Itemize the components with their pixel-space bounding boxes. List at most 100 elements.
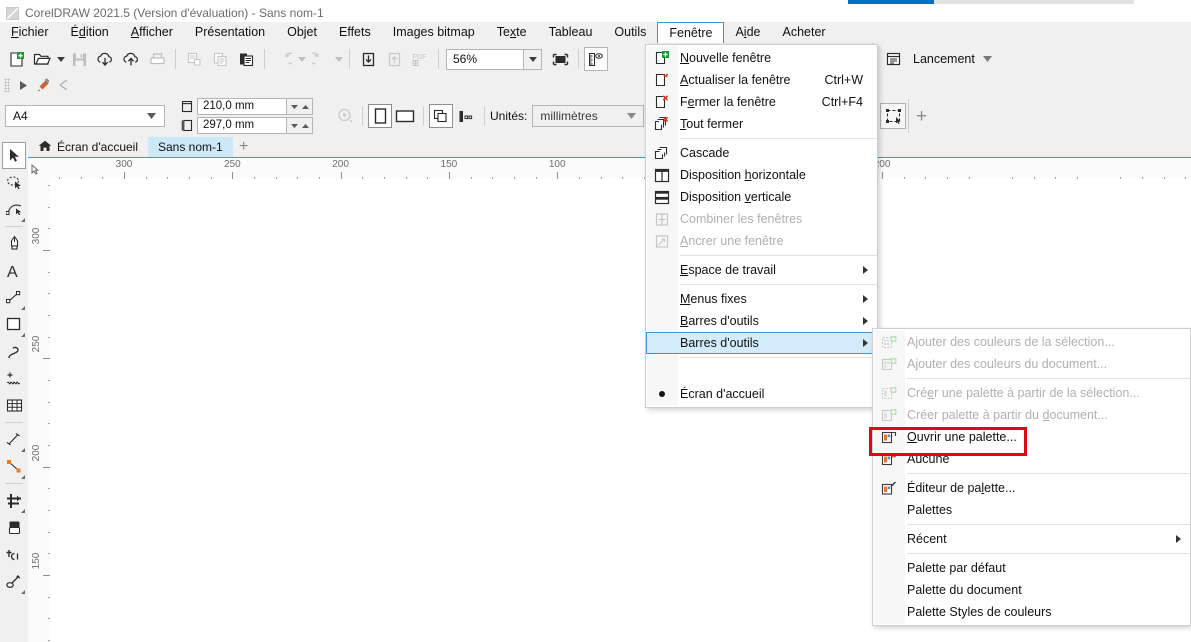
redo-dropdown-caret-icon[interactable] — [333, 46, 344, 72]
dimension-tool-icon[interactable] — [2, 284, 26, 311]
copy-icon[interactable] — [207, 46, 233, 72]
menu-fichier[interactable]: Fichier — [0, 22, 60, 43]
menu-item-disposition-verticale[interactable]: Disposition verticale — [646, 186, 877, 208]
menu-texte[interactable]: Texte — [486, 22, 538, 43]
all-pages-button[interactable] — [429, 104, 453, 128]
duplicate-icon[interactable] — [181, 46, 207, 72]
add-object-icon[interactable]: + — [916, 107, 927, 126]
tab-ecran-accueil[interactable]: Écran d'accueil — [28, 137, 148, 157]
new-document-icon[interactable] — [3, 46, 29, 72]
color-eyedropper-icon[interactable] — [2, 541, 26, 568]
publish-pdf-icon[interactable]: PDF — [407, 46, 433, 72]
select-all-objects-button[interactable] — [880, 103, 906, 129]
page-size-combo[interactable]: A4 — [5, 105, 165, 127]
zoom-level-dropdown[interactable] — [524, 48, 542, 70]
menu-fenetre[interactable]: Fenêtre — [657, 21, 725, 44]
parallel-dimension-icon[interactable] — [2, 426, 26, 453]
current-page-button[interactable] — [453, 103, 479, 129]
menu-acheter[interactable]: Acheter — [771, 22, 836, 43]
menu-images-bitmap[interactable]: Images bitmap — [382, 22, 486, 43]
menu-item-disposition-horizontale[interactable]: Disposition horizontale — [646, 164, 877, 186]
flyout-arrow-icon[interactable] — [21, 475, 25, 479]
menu-aide[interactable]: Aide — [724, 22, 771, 43]
add-tab-button[interactable]: + — [233, 137, 255, 157]
menu-item-nouvelle-fenetre[interactable]: Nouvelle fenêtre — [646, 47, 877, 69]
undo-dropdown-caret-icon[interactable] — [296, 46, 307, 72]
launch-icon[interactable] — [880, 46, 906, 72]
vertical-ruler[interactable]: 300 250 200 150 — [28, 179, 50, 642]
import-icon[interactable] — [92, 46, 118, 72]
toolbar-grip[interactable] — [4, 78, 10, 92]
flyout-arrow-icon[interactable] — [21, 509, 25, 513]
flyout-arrow-icon[interactable] — [21, 448, 25, 452]
menu-item-fermer-la-fenetre[interactable]: Fermer la fenêtre Ctrl+F4 — [646, 91, 877, 113]
pick-tool-icon[interactable] — [2, 142, 26, 169]
play-icon[interactable] — [14, 80, 32, 90]
undo-icon[interactable] — [270, 46, 296, 72]
full-screen-preview-icon[interactable] — [547, 46, 573, 72]
menu-tableau[interactable]: Tableau — [538, 22, 604, 43]
open-document-icon[interactable] — [29, 46, 55, 72]
menu-effets[interactable]: Effets — [328, 22, 382, 43]
polygon-tool-icon[interactable] — [2, 365, 26, 392]
menu-item-recent[interactable]: Récent — [873, 528, 1190, 550]
flyout-arrow-icon[interactable] — [21, 590, 25, 594]
menu-item-palette-styles-de-couleurs[interactable]: Palette Styles de couleurs — [873, 601, 1190, 623]
page-width-input[interactable]: 210,0 mm — [197, 98, 287, 115]
export-file-icon[interactable] — [381, 46, 407, 72]
page-orientation-lock-icon[interactable] — [331, 103, 357, 129]
menu-item-cascade[interactable]: Cascade — [646, 142, 877, 164]
menu-item-ecran-daccueil[interactable] — [646, 361, 877, 383]
menu-item-palettes[interactable]: Palettes — [873, 499, 1190, 521]
portrait-orientation-button[interactable] — [368, 104, 392, 128]
menu-item-palettes-de-couleurs[interactable]: Barres d'outils — [646, 332, 877, 354]
table-tool-icon[interactable] — [2, 392, 26, 419]
menu-item-espace-de-travail[interactable]: Espace de travail — [646, 259, 877, 281]
page-width-spinner[interactable] — [287, 98, 313, 115]
menu-item-sans-nom-1[interactable]: Écran d'accueil — [646, 383, 877, 405]
ruler-origin-icon[interactable] — [28, 158, 42, 179]
freehand-pick-tool-icon[interactable] — [2, 169, 26, 196]
flyout-arrow-icon[interactable] — [21, 333, 25, 337]
crop-tool-icon[interactable] — [2, 230, 26, 257]
menu-item-editeur-de-palette[interactable]: Éditeur de palette... — [873, 477, 1190, 499]
shape-tool-icon[interactable] — [2, 196, 26, 223]
import-file-icon[interactable] — [355, 46, 381, 72]
menu-objet[interactable]: Objet — [276, 22, 328, 43]
page-height-spinner[interactable] — [287, 117, 313, 134]
options-icon[interactable] — [584, 47, 608, 71]
menu-afficher[interactable]: Afficher — [120, 22, 184, 43]
flyout-arrow-icon[interactable] — [21, 218, 25, 222]
redo-icon[interactable] — [307, 46, 333, 72]
ellipse-tool-icon[interactable] — [2, 338, 26, 365]
interactive-fill-icon[interactable] — [2, 568, 26, 595]
menu-presentation[interactable]: Présentation — [184, 22, 276, 43]
collapse-left-icon[interactable] — [54, 80, 72, 90]
transparency-tool-icon[interactable] — [2, 514, 26, 541]
page-height-input[interactable]: 297,0 mm — [197, 117, 287, 134]
paste-icon[interactable] — [233, 46, 259, 72]
units-combo[interactable]: millimètres — [532, 105, 645, 127]
menu-outils[interactable]: Outils — [603, 22, 657, 43]
menu-item-palette-du-document[interactable]: Palette du document — [873, 579, 1190, 601]
landscape-orientation-button[interactable] — [392, 103, 418, 129]
open-dropdown-caret-icon[interactable] — [55, 46, 66, 72]
connector-tool-icon[interactable] — [2, 453, 26, 480]
flyout-arrow-icon[interactable] — [21, 306, 25, 310]
menu-item-actualiser-la-fenetre[interactable]: Actualiser la fenêtre Ctrl+W — [646, 69, 877, 91]
export-icon[interactable] — [118, 46, 144, 72]
menu-item-menus-fixes[interactable]: Menus fixes — [646, 288, 877, 310]
menu-edition[interactable]: Édition — [60, 22, 120, 43]
menu-item-aucune[interactable]: Aucune — [873, 448, 1190, 470]
eyedropper-icon[interactable] — [32, 78, 54, 93]
menu-item-tout-fermer[interactable]: Tout fermer — [646, 113, 877, 135]
save-icon[interactable] — [66, 46, 92, 72]
rectangle-tool-icon[interactable] — [2, 311, 26, 338]
zoom-level-input[interactable]: 56% — [446, 48, 524, 70]
launch-dropdown-caret-icon[interactable] — [982, 46, 993, 72]
tab-sans-nom-1[interactable]: Sans nom-1 — [148, 137, 233, 157]
menu-item-ouvrir-une-palette[interactable]: Ouvrir une palette... — [873, 426, 1190, 448]
menu-item-barres-doutils[interactable]: Barres d'outils — [646, 310, 877, 332]
menu-item-palette-par-defaut[interactable]: Palette par défaut — [873, 557, 1190, 579]
text-tool-icon[interactable]: A — [2, 257, 26, 284]
